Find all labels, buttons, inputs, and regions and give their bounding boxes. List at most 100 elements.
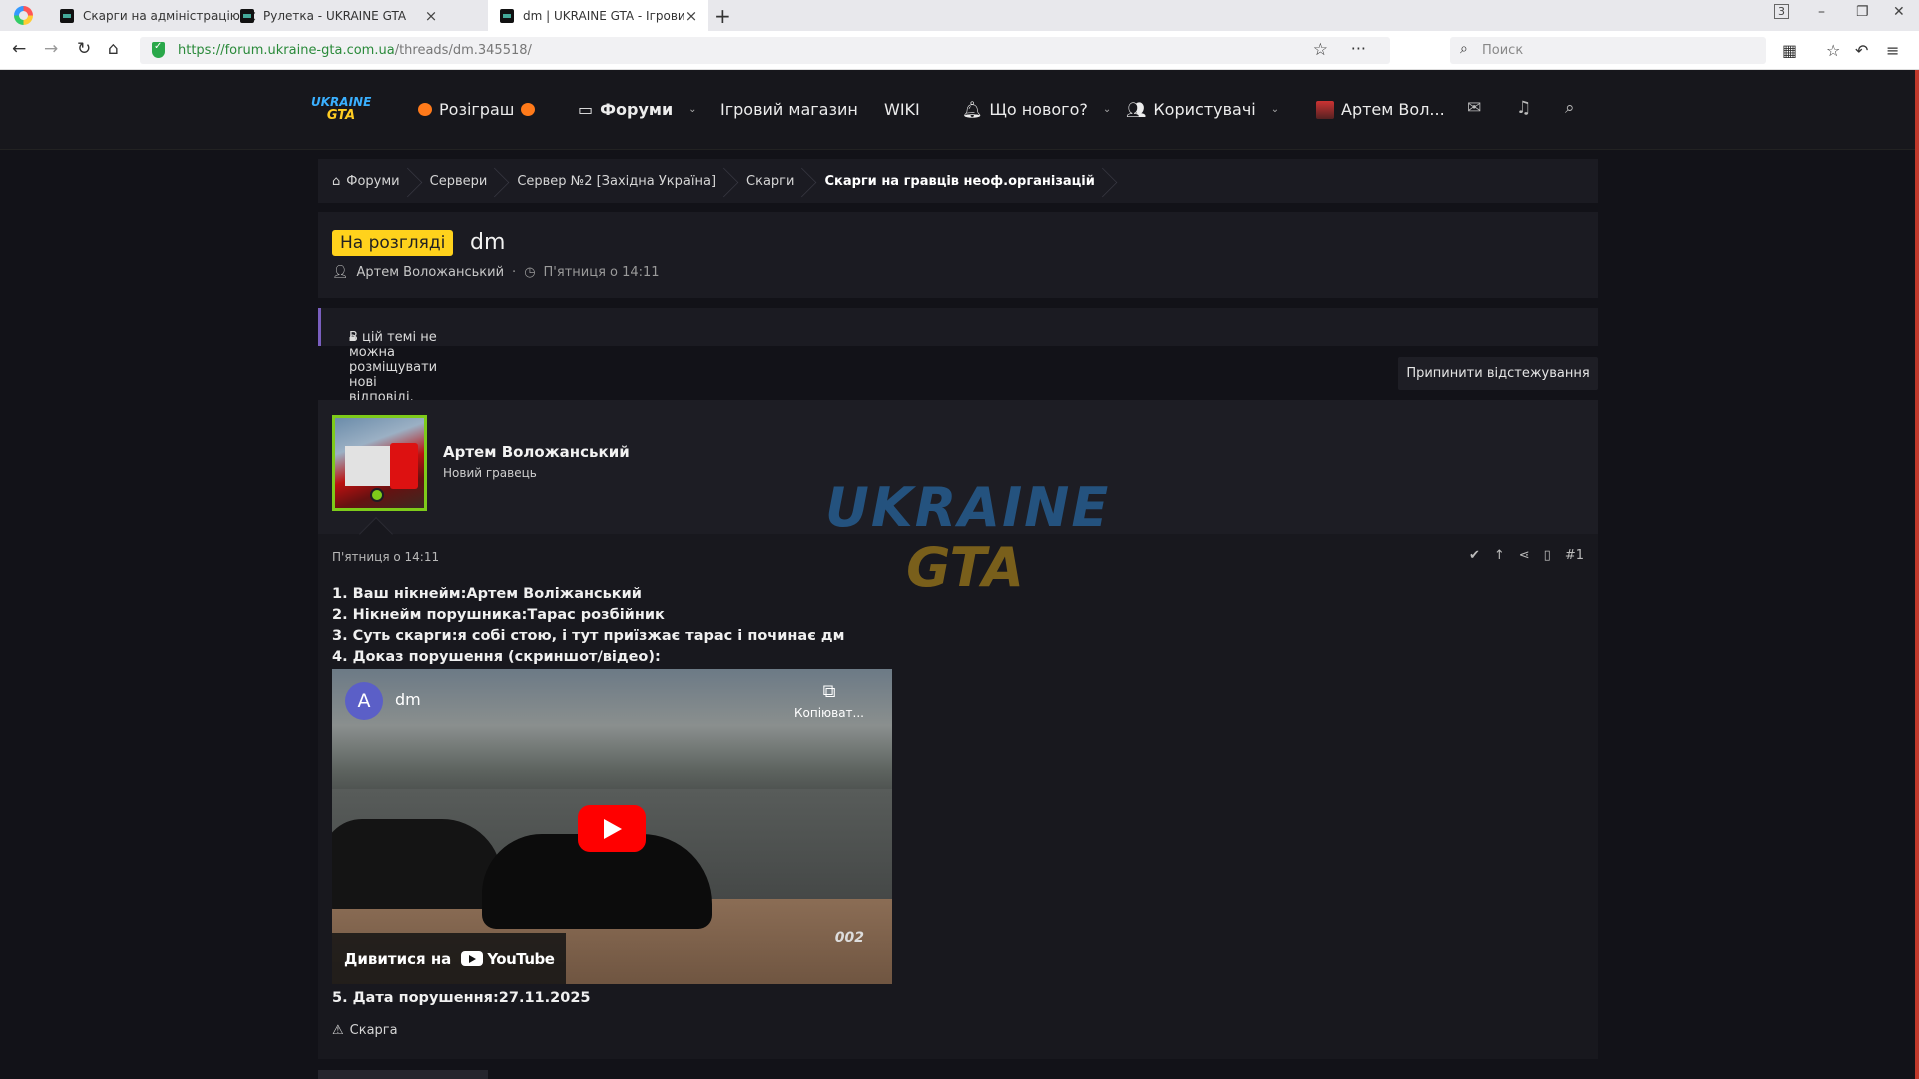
bookmark-icon[interactable]: ▯	[1544, 548, 1551, 563]
browser-tab-bar: Скарги на адміністрацію | Ukr × Рулетка …	[0, 0, 1919, 31]
more-options-icon[interactable]: ···	[1351, 39, 1366, 58]
favicon-icon	[240, 8, 254, 23]
close-icon[interactable]: ×	[684, 7, 698, 25]
report-button[interactable]: ⚠ Скарга	[332, 1023, 398, 1038]
video-title[interactable]: dm	[395, 690, 421, 709]
post-user-header: Артем Воложанський Новий гравець	[318, 400, 1598, 551]
restore-icon[interactable]: ❐	[1856, 4, 1869, 20]
browser-logo-icon[interactable]	[14, 6, 33, 25]
tab-dm-active[interactable]: dm | UKRAINE GTA - Ігровий ×	[488, 0, 708, 31]
favicon-icon	[60, 8, 74, 23]
avatar	[1316, 100, 1334, 119]
url-path: /threads/dm.345518/	[394, 43, 532, 58]
address-bar: ← → ↻ ⌂ https://forum.ukraine-gta.com.ua…	[0, 31, 1919, 70]
reload-icon[interactable]: ↻	[77, 39, 91, 59]
breadcrumb-current[interactable]: Скарги на гравців неоф.організацій	[824, 174, 1124, 189]
home-icon[interactable]: ⌂	[108, 39, 119, 59]
post-line: 3. Суть скарги:я собі стою, і тут приїзж…	[332, 628, 845, 644]
warning-icon: ⚠	[332, 1023, 344, 1038]
breadcrumb-complaints[interactable]: Скарги	[746, 174, 824, 189]
inbox-icon[interactable]: ✉	[1467, 98, 1481, 118]
locked-notice: 🔒︎ В цій темі не можна розміщувати нові …	[318, 308, 1598, 405]
site-logo[interactable]: UKRAINE GTA	[311, 96, 371, 128]
youtube-logo-icon: YouTube	[461, 950, 555, 968]
favicon-icon	[500, 8, 514, 23]
breadcrumb: ⌂ Форуми Сервери Сервер №2 [Західна Украї…	[318, 159, 1598, 203]
watch-on-youtube-button[interactable]: Дивитися на YouTube	[332, 933, 567, 984]
post-body: 1. Ваш нікнейм:Артем Воліжанський 2. Нік…	[332, 584, 844, 668]
page-scrollbar[interactable]	[1915, 70, 1919, 1079]
play-button[interactable]	[578, 805, 646, 852]
alerts-bell-icon[interactable]: ♫	[1516, 98, 1531, 118]
bell-icon: 🔔︎	[962, 100, 983, 119]
home-icon: ⌂	[332, 173, 341, 189]
users-icon: 👥︎	[1126, 100, 1147, 119]
forums-chat-icon: ▭	[578, 100, 594, 119]
unwatch-button[interactable]: Припинити відстежування	[1398, 357, 1598, 390]
breadcrumb-server-2[interactable]: Сервер №2 [Західна Україна]	[517, 174, 746, 189]
arrow-up-icon[interactable]: ↑	[1494, 548, 1505, 563]
forward-arrow-icon[interactable]: →	[44, 39, 58, 59]
nav-whats-new[interactable]: 🔔︎ Що нового? ⌄	[962, 100, 1111, 119]
post-actions: ✔ ↑ ⋖ ▯ #1	[1469, 548, 1584, 563]
bookmark-star-icon[interactable]: ☆	[1313, 40, 1328, 60]
menu-icon[interactable]: ≡	[1886, 41, 1899, 60]
breadcrumb-forums[interactable]: ⌂ Форуми	[332, 174, 430, 189]
nav-wiki[interactable]: WIKI	[884, 100, 920, 119]
check-icon[interactable]: ✔	[1469, 548, 1480, 563]
browser-search-input[interactable]: ⌕ Поиск	[1450, 37, 1766, 64]
copy-icon: ⧉	[822, 681, 836, 702]
favorites-icon[interactable]: ☆	[1826, 41, 1840, 60]
user-icon: 👤︎	[332, 265, 349, 280]
share-icon[interactable]: ⋖	[1519, 548, 1530, 563]
post: Артем Воложанський Новий гравець П'ятниц…	[318, 400, 1598, 1059]
security-shield-icon[interactable]	[152, 41, 165, 58]
thread-header: На розгляді dm 👤︎ Артем Воложанський · ◷…	[318, 212, 1598, 298]
history-icon[interactable]: ↶	[1855, 41, 1868, 60]
new-tab-button[interactable]: +	[714, 4, 731, 28]
search-icon: ⌕	[1460, 41, 1468, 57]
next-block-edge	[318, 1070, 488, 1079]
pumpkin-icon	[521, 103, 536, 116]
site-header: UKRAINE GTA Розіграш ▭ Форуми ⌄ Ігровий …	[0, 70, 1919, 150]
window-close-icon[interactable]: ✕	[1893, 4, 1905, 20]
copy-link-button[interactable]: ⧉ Копіюват...	[794, 681, 864, 720]
back-arrow-icon[interactable]: ←	[12, 39, 26, 59]
nav-forums[interactable]: ▭ Форуми ⌄	[578, 100, 697, 119]
nav-giveaway[interactable]: Розіграш	[418, 100, 536, 119]
channel-avatar[interactable]: A	[345, 682, 383, 720]
breadcrumb-servers[interactable]: Сервери	[430, 174, 518, 189]
post-line: 2. Нікнейм порушника:Тарас розбійник	[332, 607, 665, 623]
game-hud-text: 002	[834, 930, 864, 946]
url-base: https://forum.ukraine-gta.com.ua	[178, 43, 395, 58]
post-line: 1. Ваш нікнейм:Артем Воліжанський	[332, 586, 642, 602]
post-date-link[interactable]: П'ятниця о 14:11	[332, 550, 439, 564]
chevron-down-icon[interactable]: ⌄	[688, 104, 696, 115]
url-field[interactable]: https://forum.ukraine-gta.com.ua/threads…	[140, 37, 1390, 64]
online-status-icon	[370, 488, 384, 502]
thread-date-link[interactable]: П'ятниця о 14:11	[544, 265, 660, 280]
minimize-icon[interactable]: –	[1818, 4, 1825, 20]
post-author-role: Новий гравець	[443, 466, 537, 480]
search-placeholder: Поиск	[1482, 43, 1524, 58]
chevron-down-icon[interactable]: ⌄	[1103, 104, 1111, 115]
post-line: 4. Доказ порушення (скриншот/відео):	[332, 649, 661, 665]
youtube-embed[interactable]: A dm ⧉ Копіюват... 002 Дивитися на YouTu…	[332, 669, 892, 984]
tab-roulette[interactable]: Рулетка - UKRAINE GTA ×	[228, 0, 448, 31]
nav-account[interactable]: Артем Вол...	[1316, 100, 1445, 119]
page-title: dm	[470, 230, 506, 255]
post-author-name[interactable]: Артем Воложанський	[443, 443, 630, 461]
nav-shop[interactable]: Ігровий магазин	[720, 100, 858, 119]
pumpkin-icon	[418, 103, 432, 116]
thread-author-link[interactable]: Артем Воложанський	[357, 265, 505, 280]
chevron-down-icon[interactable]: ⌄	[1271, 104, 1279, 115]
tab-count-badge[interactable]: 3	[1774, 4, 1789, 19]
thread-meta: 👤︎ Артем Воложанський · ◷ П'ятниця о 14:…	[332, 265, 660, 280]
apps-grid-icon[interactable]: ▦	[1782, 41, 1797, 60]
nav-users[interactable]: 👥︎ Користувачі ⌄	[1126, 100, 1279, 119]
post-number-link[interactable]: #1	[1565, 548, 1584, 563]
post-line: 5. Дата порушення:27.11.2025	[332, 990, 591, 1006]
clock-icon: ◷	[524, 265, 536, 280]
close-icon[interactable]: ×	[424, 7, 438, 25]
site-search-icon[interactable]: ⌕	[1565, 98, 1575, 118]
